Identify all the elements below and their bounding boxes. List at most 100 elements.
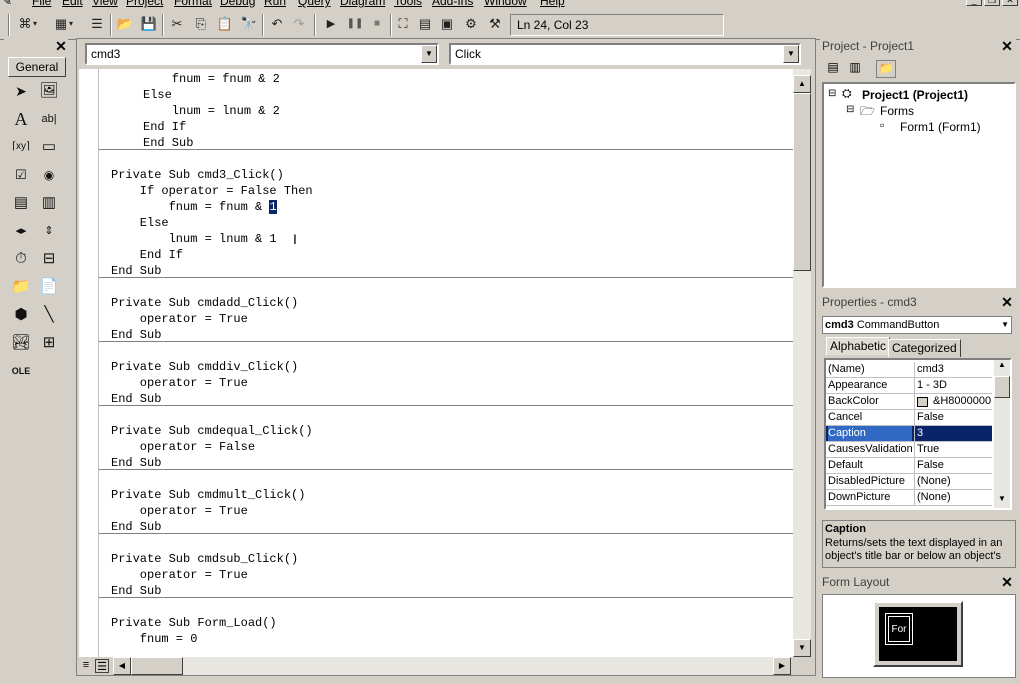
object-selector[interactable]: cmd3 CommandButton ▼: [822, 316, 1012, 334]
combobox-icon[interactable]: ▤: [10, 192, 32, 214]
scroll-down-icon[interactable]: ▼: [994, 494, 1010, 508]
form-position-preview[interactable]: For: [885, 613, 913, 645]
optionbutton-icon[interactable]: ◉: [38, 164, 60, 186]
line-icon[interactable]: ╲: [38, 304, 60, 326]
picturebox-icon[interactable]: 🖼: [38, 80, 60, 102]
end-icon[interactable]: ■: [368, 15, 386, 33]
property-row[interactable]: CausesValidation True: [826, 442, 992, 458]
listbox-icon[interactable]: ▥: [38, 192, 60, 214]
property-row[interactable]: DisabledPicture (None): [826, 474, 992, 490]
menu-edit[interactable]: Edit: [62, 0, 83, 8]
menu-tools[interactable]: Tools: [394, 0, 422, 8]
menu-file[interactable]: File: [32, 0, 51, 8]
redo-icon[interactable]: ↷: [290, 15, 308, 33]
scroll-right-icon[interactable]: ▶: [773, 657, 791, 675]
toolbox-icon[interactable]: ⚒: [486, 15, 504, 33]
restore-icon[interactable]: ❐: [984, 0, 1000, 6]
image-icon[interactable]: 🏞: [10, 332, 32, 354]
start-icon[interactable]: ▶: [322, 15, 340, 33]
save-icon[interactable]: 💾: [140, 15, 158, 33]
property-row-selected[interactable]: Caption 3: [826, 426, 992, 442]
timer-icon[interactable]: ⏱: [10, 248, 32, 270]
vertical-scrollbar[interactable]: ▲ ▼: [793, 69, 811, 657]
tree-form1[interactable]: Form1 (Form1): [900, 120, 981, 134]
app-icon[interactable]: ✎: [2, 0, 12, 8]
scroll-thumb[interactable]: [994, 376, 1010, 398]
find-icon[interactable]: 🔭: [240, 15, 258, 33]
view-object-icon[interactable]: ▥: [846, 60, 864, 78]
collapse-icon[interactable]: ⊟: [846, 104, 854, 115]
chevron-down-icon[interactable]: ▼: [783, 45, 799, 63]
object-combo[interactable]: cmd3 ▼: [85, 43, 439, 65]
property-row[interactable]: Default False: [826, 458, 992, 474]
menu-format[interactable]: Format: [174, 0, 212, 8]
open-folder-icon[interactable]: 📂: [116, 15, 134, 33]
undo-icon[interactable]: ↶: [268, 15, 286, 33]
checkbox-icon[interactable]: ☑: [10, 164, 32, 186]
close-icon[interactable]: ✕: [1002, 0, 1018, 6]
shape-icon[interactable]: ⬢: [10, 304, 32, 326]
hscrollbar-icon[interactable]: ◂▸: [10, 220, 32, 242]
menu-editor-icon[interactable]: ☰: [88, 15, 106, 33]
menu-query[interactable]: Query: [298, 0, 331, 8]
full-module-view-icon[interactable]: ☰: [95, 659, 109, 673]
scroll-down-icon[interactable]: ▼: [793, 639, 811, 657]
chevron-down-icon[interactable]: ▼: [1001, 317, 1009, 333]
dirlistbox-icon[interactable]: 📁: [10, 276, 32, 298]
property-scrollbar[interactable]: ▲ ▼: [994, 360, 1010, 508]
tree-forms-folder[interactable]: Forms: [880, 104, 914, 118]
menu-addins[interactable]: Add-Ins: [432, 0, 473, 8]
filelistbox-icon[interactable]: 📄: [38, 276, 60, 298]
property-row[interactable]: (Name) cmd3: [826, 362, 992, 378]
close-icon[interactable]: ✕: [1000, 295, 1014, 309]
paste-icon[interactable]: 📋: [216, 15, 234, 33]
toggle-folders-icon[interactable]: 📁: [876, 60, 896, 78]
close-icon[interactable]: ✕: [54, 39, 68, 53]
minimize-icon[interactable]: _: [966, 0, 982, 6]
scroll-up-icon[interactable]: ▲: [994, 360, 1010, 374]
property-row[interactable]: BackColor &H8000000F: [826, 394, 992, 410]
property-row[interactable]: Cancel False: [826, 410, 992, 426]
menu-project[interactable]: Project: [126, 0, 163, 8]
menu-debug[interactable]: Debug: [220, 0, 255, 8]
chevron-down-icon[interactable]: ▾: [66, 15, 76, 33]
view-code-icon[interactable]: ▤: [824, 60, 842, 78]
scroll-thumb[interactable]: [793, 93, 811, 271]
procedure-view-icon[interactable]: ≡: [79, 659, 93, 673]
chevron-down-icon[interactable]: ▾: [30, 15, 40, 33]
menu-window[interactable]: Window: [484, 0, 527, 8]
label-icon[interactable]: A: [10, 108, 32, 130]
project-explorer-icon[interactable]: ⛶: [394, 15, 412, 33]
drivelistbox-icon[interactable]: ⊟: [38, 248, 60, 270]
close-icon[interactable]: ✕: [1000, 39, 1014, 53]
close-icon[interactable]: ✕: [1000, 575, 1014, 589]
textbox-icon[interactable]: ab|: [38, 108, 60, 130]
property-row[interactable]: DownPicture (None): [826, 490, 992, 506]
toolbox-tab-general[interactable]: General: [8, 57, 66, 77]
copy-icon[interactable]: ⎘: [192, 15, 210, 33]
tree-project-root[interactable]: Project1 (Project1): [862, 88, 968, 102]
commandbutton-icon[interactable]: ▭: [38, 136, 60, 158]
frame-icon[interactable]: ⌈xy⌉: [10, 136, 32, 158]
pointer-icon[interactable]: ➤: [10, 80, 32, 102]
code-editor[interactable]: fnum = fnum & 2 Else lnum = lnum & 2 End…: [79, 69, 797, 657]
cut-icon[interactable]: ✂: [168, 15, 186, 33]
menu-diagram[interactable]: Diagram: [340, 0, 385, 8]
break-icon[interactable]: ❚❚: [346, 15, 364, 33]
scroll-left-icon[interactable]: ◀: [113, 657, 131, 675]
scroll-up-icon[interactable]: ▲: [793, 75, 811, 93]
menu-view[interactable]: View: [92, 0, 118, 8]
data-icon[interactable]: ⊞: [38, 332, 60, 354]
collapse-icon[interactable]: ⊟: [828, 88, 836, 99]
ole-icon[interactable]: OLE: [10, 360, 32, 382]
menu-help[interactable]: Help: [540, 0, 565, 8]
vscrollbar-icon[interactable]: ⇕: [38, 220, 60, 242]
property-row[interactable]: Appearance 1 - 3D: [826, 378, 992, 394]
hscroll-track[interactable]: [183, 657, 773, 675]
chevron-down-icon[interactable]: ▼: [421, 45, 437, 63]
hscroll-thumb[interactable]: [131, 657, 183, 675]
tab-alphabetic[interactable]: Alphabetic: [826, 337, 891, 355]
properties-window-icon[interactable]: ▤: [416, 15, 434, 33]
object-browser-icon[interactable]: ⚙: [462, 15, 480, 33]
menu-run[interactable]: Run: [264, 0, 286, 8]
